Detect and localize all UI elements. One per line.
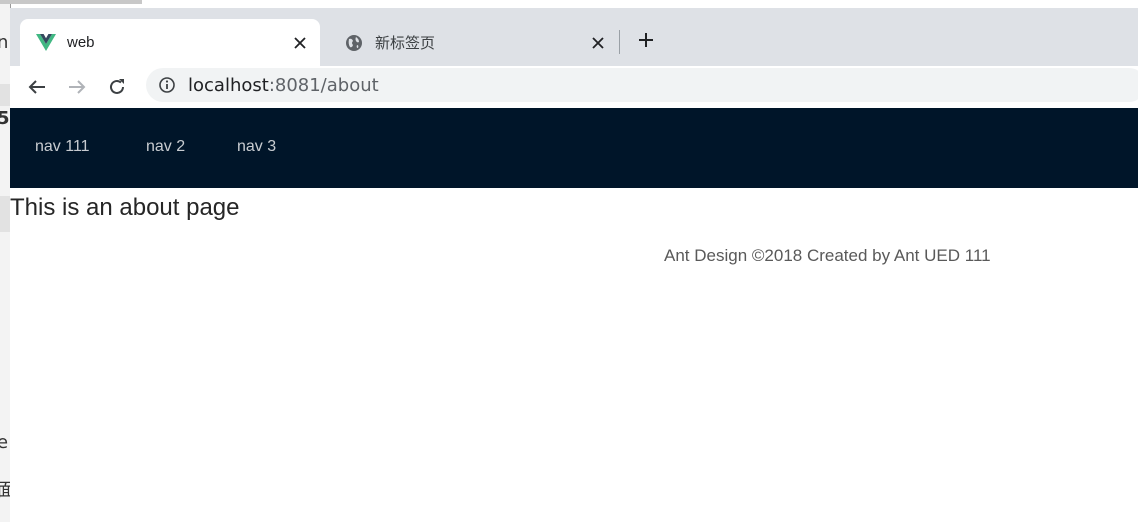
background-band — [0, 196, 10, 232]
vue-logo-icon — [36, 33, 56, 53]
page-content: nav 111 nav 2 nav 3 This is an about pag… — [10, 108, 1138, 522]
nav-item-3[interactable]: nav 3 — [237, 138, 276, 156]
url-text[interactable]: localhost:8081/about — [188, 75, 379, 96]
close-tab-icon[interactable] — [588, 33, 608, 53]
background-window-top-line — [0, 0, 142, 4]
tab-separator — [619, 30, 620, 54]
url-path: :8081/about — [268, 75, 379, 96]
forward-arrow-icon[interactable] — [64, 74, 90, 100]
nav-item-2[interactable]: nav 2 — [146, 138, 185, 156]
address-bar[interactable]: localhost:8081/about — [146, 68, 1138, 102]
nav-item-111[interactable]: nav 111 — [35, 138, 90, 156]
tab-title: web — [67, 34, 95, 51]
top-nav-header: nav 111 nav 2 nav 3 — [10, 108, 1138, 188]
browser-toolbar: localhost:8081/about — [10, 66, 1138, 109]
page-title: This is an about page — [10, 194, 240, 221]
background-band — [0, 84, 10, 106]
tab-title: 新标签页 — [375, 35, 436, 52]
reload-icon[interactable] — [104, 74, 130, 100]
tab-new-tab[interactable]: 新标签页 — [328, 19, 618, 66]
tab-strip: web 新标签页 — [10, 8, 1138, 66]
tab-web[interactable]: web — [20, 19, 320, 66]
footer-text: Ant Design ©2018 Created by Ant UED 111 — [664, 246, 991, 265]
url-host: localhost — [188, 75, 269, 96]
new-tab-plus-icon[interactable] — [634, 28, 658, 52]
back-arrow-icon[interactable] — [24, 74, 50, 100]
globe-icon — [344, 33, 364, 53]
info-icon[interactable] — [158, 76, 176, 94]
close-tab-icon[interactable] — [290, 33, 310, 53]
browser-window: web 新标签页 localhost:8081/about nav 111 na… — [10, 8, 1138, 522]
